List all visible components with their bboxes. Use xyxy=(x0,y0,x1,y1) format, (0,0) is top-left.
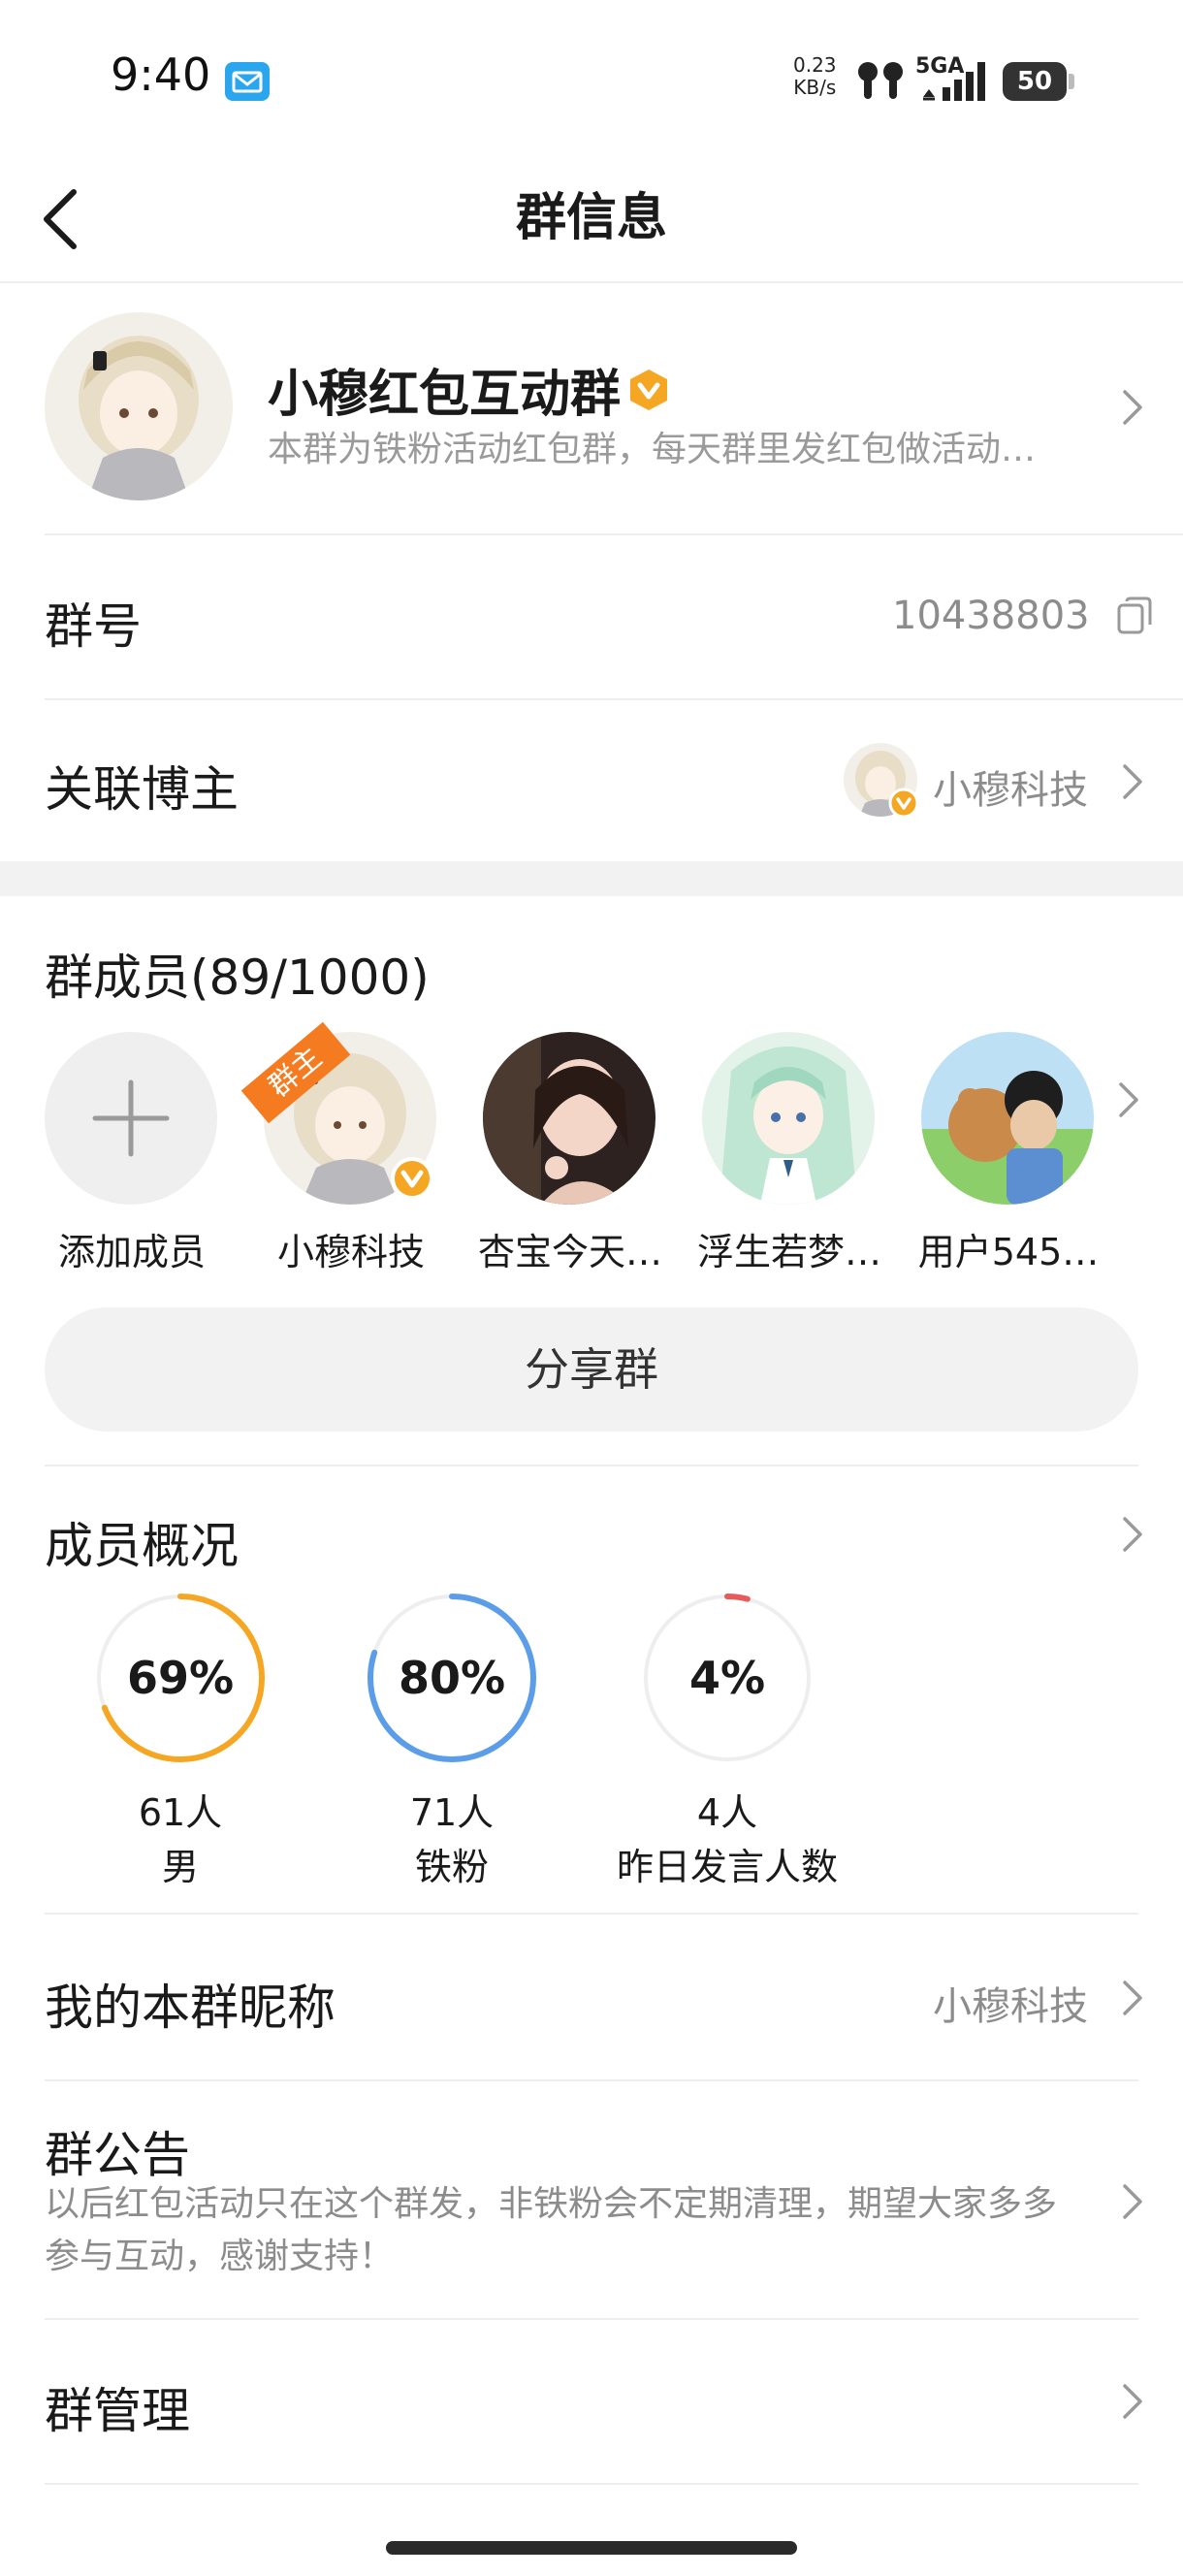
chevron-right-icon xyxy=(1123,764,1142,799)
share-group-button[interactable]: 分享群 xyxy=(45,1307,1138,1432)
group-info-page: 9:40 0.23 KB/s 5GA 50 群信息 小穆红包互动群 本群为铁粉活… xyxy=(0,0,1183,2576)
notice-text: 以后红包活动只在这个群发，非铁粉会不定期清理，期望大家多多参与互动，感谢支持！ xyxy=(45,2184,1058,2276)
divider xyxy=(45,2483,1138,2485)
copy-icon[interactable] xyxy=(1115,596,1154,638)
group-description: 本群为铁粉活动红包群，每天群里发红包做活动… xyxy=(268,430,1037,469)
network-speed: 0.23 KB/s xyxy=(793,54,837,99)
nickname-label: 我的本群昵称 xyxy=(45,1980,336,2036)
management-label: 群管理 xyxy=(45,2383,190,2439)
member-name: 小穆科技 xyxy=(276,1231,425,1273)
group-id-label: 群号 xyxy=(45,598,142,655)
home-indicator[interactable] xyxy=(386,2541,797,2555)
divider xyxy=(45,2318,1138,2320)
stat-label: 铁粉 xyxy=(414,1846,489,1888)
linked-blogger-avatar xyxy=(844,743,919,819)
network-speed-unit: KB/s xyxy=(793,76,837,99)
stat-percent: 80% xyxy=(398,1652,506,1704)
mail-notification-icon xyxy=(225,62,270,101)
stat-gauge-speakers: 4% xyxy=(640,1591,815,1765)
verified-badge-icon xyxy=(391,1157,433,1200)
divider xyxy=(45,2079,1138,2081)
page-title: 群信息 xyxy=(515,189,667,247)
members-title[interactable]: 群成员(89/1000) xyxy=(45,939,430,1009)
group-id-value: 10438803 xyxy=(892,594,1090,638)
group-name: 小穆红包互动群 xyxy=(268,366,622,424)
verified-badge-icon xyxy=(630,369,668,410)
overview-title: 成员概况 xyxy=(45,1518,239,1574)
linked-blogger-name: 小穆科技 xyxy=(933,768,1088,813)
linked-blogger-label: 关联博主 xyxy=(45,761,239,818)
chevron-right-icon xyxy=(1123,2384,1142,2419)
stat-count: 4人 xyxy=(696,1791,758,1834)
battery-icon: 50 xyxy=(1003,62,1067,101)
battery-cap xyxy=(1069,74,1074,89)
chevron-right-icon xyxy=(1123,390,1142,425)
group-name-row: 小穆红包互动群 xyxy=(268,353,671,426)
chevron-right-icon xyxy=(1123,2184,1142,2219)
member-avatar[interactable] xyxy=(921,1032,1094,1205)
verified-badge-icon xyxy=(888,788,919,819)
stat-percent: 4% xyxy=(688,1652,766,1704)
back-button[interactable] xyxy=(39,180,116,258)
chevron-right-icon xyxy=(1123,1980,1142,2015)
stat-percent: 69% xyxy=(126,1652,235,1704)
nickname-value: 小穆科技 xyxy=(933,1984,1088,2029)
stat-count: 71人 xyxy=(409,1791,495,1834)
group-header[interactable]: 小穆红包互动群 本群为铁粉活动红包群，每天群里发红包做活动… xyxy=(0,283,1183,533)
divider xyxy=(45,1465,1138,1466)
status-time: 9:40 xyxy=(111,48,211,101)
divider xyxy=(45,698,1183,700)
section-gap xyxy=(0,861,1183,896)
group-avatar[interactable] xyxy=(45,312,233,500)
add-member-circle[interactable] xyxy=(45,1032,217,1205)
navigation-bar: 群信息 xyxy=(0,155,1183,283)
member-avatar[interactable] xyxy=(483,1032,655,1205)
network-speed-value: 0.23 xyxy=(793,53,837,77)
member-name: 浮生若梦… xyxy=(696,1231,881,1273)
member-name: 添加成员 xyxy=(57,1231,206,1273)
member-name: 用户545… xyxy=(917,1231,1100,1273)
members-more-chevron-icon[interactable] xyxy=(1115,1080,1142,1119)
notice-label: 群公告 xyxy=(45,2127,190,2183)
status-bar: 9:40 0.23 KB/s 5GA 50 xyxy=(0,0,1183,155)
member-name: 杏宝今天… xyxy=(477,1231,662,1273)
back-arrow-icon xyxy=(44,189,77,249)
chevron-right-icon xyxy=(1123,1517,1142,1552)
stat-gauge-male: 69% xyxy=(93,1591,268,1765)
divider xyxy=(45,1913,1138,1915)
earbuds-icon xyxy=(858,62,903,99)
member-avatar[interactable] xyxy=(702,1032,875,1205)
battery-percent: 50 xyxy=(1016,67,1053,96)
stat-label: 昨日发言人数 xyxy=(616,1846,838,1888)
stat-label: 男 xyxy=(161,1846,199,1888)
stat-count: 61人 xyxy=(138,1791,223,1834)
signal-icon xyxy=(923,62,985,101)
stat-gauge-fans: 80% xyxy=(365,1591,539,1765)
plus-icon xyxy=(92,1079,170,1157)
divider xyxy=(45,533,1183,535)
